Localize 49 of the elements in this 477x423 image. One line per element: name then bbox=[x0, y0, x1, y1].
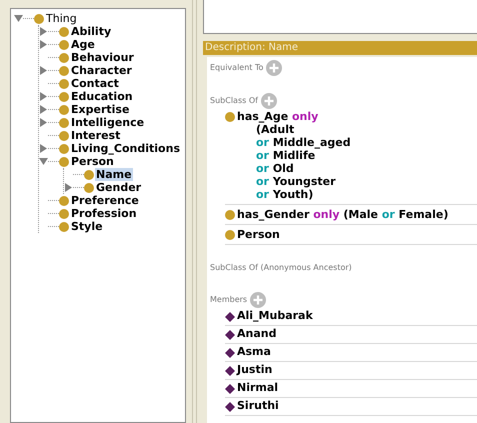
tree-item[interactable]: Preference bbox=[70, 194, 140, 207]
section-label: Members bbox=[210, 294, 248, 306]
tree-item[interactable]: Ability bbox=[70, 25, 112, 38]
expand-icon[interactable] bbox=[39, 40, 48, 49]
tree-item[interactable]: Behaviour bbox=[70, 51, 135, 64]
member-item[interactable]: Justin bbox=[237, 362, 272, 379]
expand-icon[interactable] bbox=[64, 183, 73, 192]
class-expression: or Old bbox=[256, 162, 294, 175]
section-label: Equivalent To bbox=[210, 62, 264, 74]
expand-icon[interactable] bbox=[39, 105, 48, 114]
expand-icon[interactable] bbox=[39, 118, 48, 127]
class-expression: has_Age only bbox=[237, 110, 318, 123]
class-expression: Person bbox=[237, 228, 280, 241]
class-icon bbox=[225, 112, 235, 122]
tree-item[interactable]: Person bbox=[70, 155, 115, 168]
tree-item[interactable]: Style bbox=[70, 220, 104, 233]
member-item[interactable]: Nirmal bbox=[237, 380, 278, 397]
tree-item[interactable]: Gender bbox=[95, 181, 142, 194]
class-expression: has_Gender only (Male or Female) bbox=[237, 208, 448, 221]
class-expression: or Midlife bbox=[256, 149, 316, 162]
panel-header: Description: Name bbox=[203, 41, 477, 55]
tree-item[interactable]: Name bbox=[95, 168, 133, 181]
tree-item[interactable]: Age bbox=[70, 38, 96, 51]
expand-icon[interactable] bbox=[39, 27, 48, 36]
expand-icon[interactable] bbox=[39, 92, 48, 101]
section-label: SubClass Of (Anonymous Ancestor) bbox=[210, 262, 353, 274]
tree-item[interactable]: Profession bbox=[70, 207, 138, 220]
tree-item[interactable]: Interest bbox=[70, 129, 122, 142]
class-expression: or Youth) bbox=[256, 188, 314, 201]
section-label: SubClass Of bbox=[210, 95, 258, 107]
class-expression: (Adult bbox=[256, 123, 294, 136]
member-item[interactable]: Asma bbox=[237, 344, 271, 361]
tree-item[interactable]: Contact bbox=[70, 77, 120, 90]
collapse-icon[interactable] bbox=[39, 157, 48, 166]
class-expression: or Middle_aged bbox=[256, 136, 351, 149]
member-item[interactable]: Siruthi bbox=[237, 398, 279, 415]
tree-item[interactable]: Intelligence bbox=[70, 116, 146, 129]
tree-item[interactable]: Expertise bbox=[70, 103, 130, 116]
tree-item[interactable]: Character bbox=[70, 64, 133, 77]
class-icon bbox=[34, 14, 44, 24]
tree-item[interactable]: Living_Conditions bbox=[70, 142, 181, 155]
member-item[interactable]: Anand bbox=[237, 326, 276, 343]
collapse-icon[interactable] bbox=[14, 14, 23, 23]
tree-item[interactable]: Thing bbox=[45, 12, 78, 25]
class-expression: or Youngster bbox=[256, 175, 336, 188]
expand-icon[interactable] bbox=[39, 66, 48, 75]
member-item[interactable]: Ali_Mubarak bbox=[237, 308, 313, 325]
tree-item[interactable]: Education bbox=[70, 90, 134, 103]
expand-icon[interactable] bbox=[39, 144, 48, 153]
